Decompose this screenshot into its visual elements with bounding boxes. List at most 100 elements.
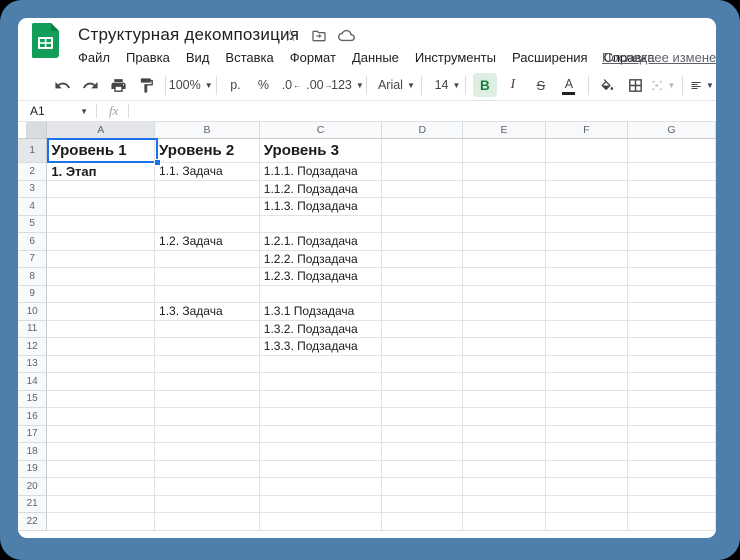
cell-F3[interactable] xyxy=(546,181,628,199)
row-header-6[interactable]: 6 xyxy=(18,233,47,251)
row-header-4[interactable]: 4 xyxy=(18,198,47,216)
cell-G3[interactable] xyxy=(628,181,716,199)
cell-D14[interactable] xyxy=(382,373,463,391)
cell-E15[interactable] xyxy=(463,391,545,409)
cell-F5[interactable] xyxy=(546,216,628,234)
cell-A12[interactable] xyxy=(47,338,155,356)
cell-D18[interactable] xyxy=(382,443,463,461)
column-header-G[interactable]: G xyxy=(628,122,716,139)
row-header-11[interactable]: 11 xyxy=(18,321,47,339)
cell-C2[interactable]: 1.1.1. Подзадача xyxy=(260,163,382,181)
column-header-F[interactable]: F xyxy=(546,122,628,139)
column-header-B[interactable]: B xyxy=(155,122,260,139)
cell-D12[interactable] xyxy=(382,338,463,356)
cell-E13[interactable] xyxy=(463,356,545,374)
cell-A3[interactable] xyxy=(47,181,155,199)
cell-E20[interactable] xyxy=(463,478,545,496)
cell-A14[interactable] xyxy=(47,373,155,391)
column-header-C[interactable]: C xyxy=(260,122,382,139)
cell-B5[interactable] xyxy=(155,216,260,234)
cell-E5[interactable] xyxy=(463,216,545,234)
percent-format-button[interactable]: % xyxy=(251,73,275,97)
cell-C12[interactable]: 1.3.3. Подзадача xyxy=(260,338,382,356)
cell-F7[interactable] xyxy=(546,251,628,269)
font-select[interactable]: Arial▼ xyxy=(374,73,414,97)
cell-A6[interactable] xyxy=(47,233,155,251)
cell-B7[interactable] xyxy=(155,251,260,269)
cell-A9[interactable] xyxy=(47,286,155,304)
cell-G6[interactable] xyxy=(628,233,716,251)
column-header-A[interactable]: A xyxy=(47,122,155,139)
cell-B20[interactable] xyxy=(155,478,260,496)
cell-G11[interactable] xyxy=(628,321,716,339)
cell-F21[interactable] xyxy=(546,496,628,514)
cell-A16[interactable] xyxy=(47,408,155,426)
cell-E1[interactable] xyxy=(463,139,545,163)
row-header-1[interactable]: 1 xyxy=(18,139,47,163)
cell-B2[interactable]: 1.1. Задача xyxy=(155,163,260,181)
cell-D19[interactable] xyxy=(382,461,463,479)
column-header-E[interactable]: E xyxy=(463,122,545,139)
cell-E3[interactable] xyxy=(463,181,545,199)
cell-G13[interactable] xyxy=(628,356,716,374)
row-header-16[interactable]: 16 xyxy=(18,408,47,426)
row-header-22[interactable]: 22 xyxy=(18,513,47,531)
cell-A2[interactable]: 1. Этап xyxy=(47,163,155,181)
row-header-18[interactable]: 18 xyxy=(18,443,47,461)
decrease-decimal-button[interactable]: .0← xyxy=(279,73,303,97)
cell-F6[interactable] xyxy=(546,233,628,251)
cell-C22[interactable] xyxy=(260,513,382,531)
star-icon[interactable]: ☆ xyxy=(282,27,299,44)
cell-G15[interactable] xyxy=(628,391,716,409)
cell-C16[interactable] xyxy=(260,408,382,426)
zoom-select[interactable]: 100%▼ xyxy=(173,73,209,97)
cell-C9[interactable] xyxy=(260,286,382,304)
cell-A20[interactable] xyxy=(47,478,155,496)
cell-G16[interactable] xyxy=(628,408,716,426)
cell-F2[interactable] xyxy=(546,163,628,181)
cell-F4[interactable] xyxy=(546,198,628,216)
cell-E4[interactable] xyxy=(463,198,545,216)
cell-B12[interactable] xyxy=(155,338,260,356)
cell-G4[interactable] xyxy=(628,198,716,216)
cell-E8[interactable] xyxy=(463,268,545,286)
cell-A19[interactable] xyxy=(47,461,155,479)
menu-7[interactable]: Инструменты xyxy=(407,48,504,67)
row-header-2[interactable]: 2 xyxy=(18,163,47,181)
cell-C6[interactable]: 1.2.1. Подзадача xyxy=(260,233,382,251)
cell-G20[interactable] xyxy=(628,478,716,496)
cell-G5[interactable] xyxy=(628,216,716,234)
cell-B13[interactable] xyxy=(155,356,260,374)
cell-C7[interactable]: 1.2.2. Подзадача xyxy=(260,251,382,269)
menu-2[interactable]: Правка xyxy=(118,48,178,67)
print-button[interactable] xyxy=(106,73,130,97)
increase-decimal-button[interactable]: .00→ xyxy=(307,73,331,97)
cell-E7[interactable] xyxy=(463,251,545,269)
cell-F17[interactable] xyxy=(546,426,628,444)
cell-C8[interactable]: 1.2.3. Подзадача xyxy=(260,268,382,286)
cell-D11[interactable] xyxy=(382,321,463,339)
cell-D4[interactable] xyxy=(382,198,463,216)
cell-B3[interactable] xyxy=(155,181,260,199)
cell-E17[interactable] xyxy=(463,426,545,444)
horizontal-align-button[interactable]: ▼ xyxy=(690,73,714,97)
cell-B10[interactable]: 1.3. Задача xyxy=(155,303,260,321)
merge-cells-button[interactable]: ▼ xyxy=(651,73,675,97)
cell-A18[interactable] xyxy=(47,443,155,461)
cell-A5[interactable] xyxy=(47,216,155,234)
cell-D1[interactable] xyxy=(382,139,463,163)
row-header-7[interactable]: 7 xyxy=(18,251,47,269)
cell-C11[interactable]: 1.3.2. Подзадача xyxy=(260,321,382,339)
cell-G10[interactable] xyxy=(628,303,716,321)
cell-D3[interactable] xyxy=(382,181,463,199)
cell-C3[interactable]: 1.1.2. Подзадача xyxy=(260,181,382,199)
cell-B15[interactable] xyxy=(155,391,260,409)
cell-B19[interactable] xyxy=(155,461,260,479)
cell-D17[interactable] xyxy=(382,426,463,444)
cell-F11[interactable] xyxy=(546,321,628,339)
cell-B21[interactable] xyxy=(155,496,260,514)
sheets-logo-icon[interactable] xyxy=(32,23,60,58)
cell-C13[interactable] xyxy=(260,356,382,374)
cell-D8[interactable] xyxy=(382,268,463,286)
cell-C14[interactable] xyxy=(260,373,382,391)
